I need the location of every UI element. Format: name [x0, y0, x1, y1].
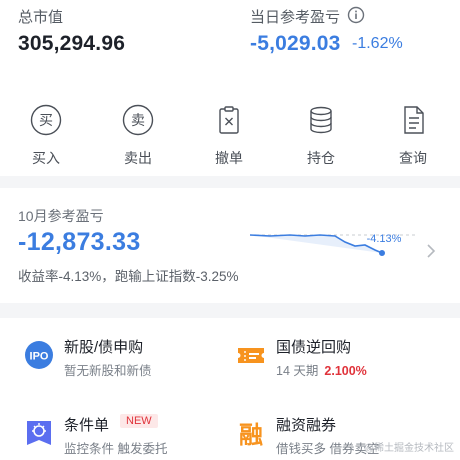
reverse-repo-rate: 2.100% — [324, 364, 367, 378]
sell-button[interactable]: 卖 卖出 — [108, 104, 168, 166]
ipo-icon-text: IPO — [30, 351, 49, 363]
monthly-pnl-value: -12,873.33 — [18, 228, 141, 256]
query-label: 查询 — [399, 150, 427, 166]
sell-icon-glyph: 卖 — [131, 113, 145, 129]
alarm-bell-icon — [27, 421, 51, 445]
clipboard-x-icon — [219, 106, 239, 134]
buy-icon: 买 — [30, 104, 62, 136]
buy-icon-glyph: 买 — [39, 113, 53, 129]
monthly-sparkline: -4.13% — [250, 233, 415, 256]
daily-pnl: -5,029.03 — [250, 32, 341, 55]
sparkline-label: -4.13% — [367, 233, 402, 245]
margin-icon: 融 — [239, 421, 263, 448]
account-summary: 总市值 305,294.96 当日参考盈亏 -5,029.03 -1.62% 买… — [0, 0, 460, 176]
buy-label: 买入 — [32, 150, 60, 166]
ipo-subscription-name: 新股/债申购 — [64, 339, 144, 356]
cancel-order-button[interactable]: 撤单 — [199, 104, 259, 166]
conditional-order-name: 条件单 — [64, 417, 110, 434]
conditional-order-desc: 监控条件 触发委托 — [64, 442, 168, 456]
info-icon[interactable] — [347, 6, 365, 24]
cancel-order-label: 撤单 — [215, 150, 243, 166]
margin-icon-glyph: 融 — [239, 421, 263, 448]
monthly-pnl-subtitle: 收益率-4.13%，跑输上证指数-3.25% — [18, 269, 239, 284]
reverse-repo-desc-row: 14 天期 2.100% — [276, 360, 367, 379]
ipo-icon: IPO — [25, 341, 53, 369]
new-badge: NEW — [120, 414, 158, 428]
positions-label: 持仓 — [307, 150, 335, 166]
query-button[interactable]: 查询 — [383, 104, 443, 166]
margin-trading-name: 融资融券 — [276, 417, 337, 434]
reverse-repo-name: 国债逆回购 — [276, 339, 352, 356]
daily-pnl-label: 当日参考盈亏 — [250, 9, 341, 26]
chevron-right-icon — [427, 244, 436, 258]
ipo-subscription-desc: 暂无新股和新债 — [64, 364, 152, 378]
services-card: IPO 新股/债申购 暂无新股和新债 国债逆回购 14 天期 2.100% 条件… — [0, 318, 460, 460]
database-icon — [310, 106, 332, 134]
sell-label: 卖出 — [124, 150, 152, 166]
ticket-icon — [238, 348, 264, 363]
sell-icon: 卖 — [122, 104, 154, 136]
reverse-repo-item[interactable]: 国债逆回购 14 天期 2.100% — [236, 336, 436, 386]
trading-page: 总市值 305,294.96 当日参考盈亏 -5,029.03 -1.62% 买… — [0, 0, 460, 460]
reverse-repo-term: 14 天期 — [276, 364, 319, 378]
sparkline-area — [250, 235, 382, 253]
monthly-pnl-card[interactable]: 10月参考盈亏 -12,873.33 收益率-4.13%，跑输上证指数-3.25… — [0, 188, 460, 303]
daily-pnl-percent: -1.62% — [352, 35, 403, 52]
positions-button[interactable]: 持仓 — [291, 104, 351, 166]
buy-button[interactable]: 买 买入 — [16, 104, 76, 166]
monthly-pnl-label: 10月参考盈亏 — [18, 208, 104, 224]
ipo-subscription-item[interactable]: IPO 新股/债申购 暂无新股和新债 — [24, 336, 224, 386]
document-icon — [404, 106, 424, 134]
conditional-order-item[interactable]: 条件单 NEW 监控条件 触发委托 — [24, 414, 224, 460]
watermark: @稀土掘金技术社区 — [363, 443, 454, 454]
market-value: 305,294.96 — [18, 32, 126, 55]
market-value-label: 总市值 — [18, 9, 64, 26]
sparkline-endpoint — [379, 250, 385, 256]
